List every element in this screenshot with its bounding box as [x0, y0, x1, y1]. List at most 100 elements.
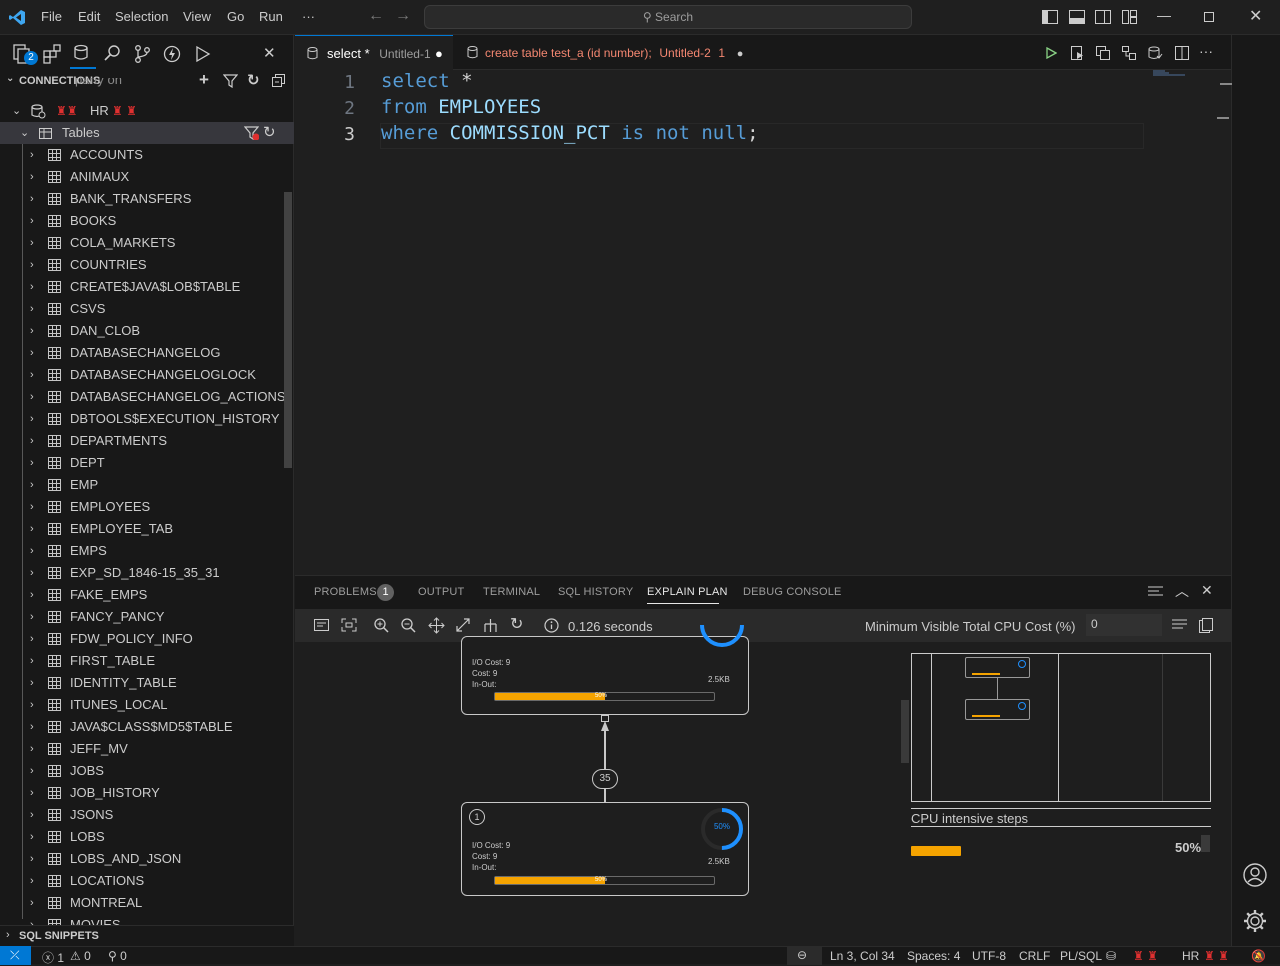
table-item[interactable]: › JEFF_MV — [0, 738, 294, 760]
split-editor-icon[interactable] — [1175, 46, 1189, 60]
nav-forward-icon[interactable]: → — [395, 7, 411, 25]
menu-edit[interactable]: Edit — [78, 9, 100, 24]
cpu-step-bar[interactable] — [911, 846, 1011, 856]
toggle-secondary-sidebar-icon[interactable] — [1095, 10, 1111, 24]
table-item[interactable]: › LOBS — [0, 826, 294, 848]
db-connection-icon[interactable]: ⛁ — [1106, 949, 1116, 963]
zoom-indicator[interactable]: ⊖ — [787, 946, 822, 965]
menu-more[interactable]: ··· — [302, 9, 315, 24]
language-mode[interactable]: PL/SQL — [1060, 949, 1102, 963]
plan-overview[interactable] — [911, 653, 1211, 802]
table-item[interactable]: › DEPARTMENTS — [0, 430, 294, 452]
close-panel-icon[interactable]: ✕ — [1201, 582, 1213, 599]
cursor-position[interactable]: Ln 3, Col 34 — [830, 949, 895, 963]
pan-icon[interactable] — [428, 617, 445, 634]
table-item[interactable]: › FIRST_TABLE — [0, 650, 294, 672]
more-actions-icon[interactable]: ··· — [1199, 43, 1213, 59]
toggle-panel-icon[interactable] — [1069, 10, 1085, 24]
table-item[interactable]: › COLA_MARKETS — [0, 232, 294, 254]
warnings-indicator[interactable]: ⚠ 0 — [70, 949, 91, 963]
remote-explorer-icon[interactable] — [193, 44, 213, 64]
tab-output[interactable]: OUTPUT — [418, 586, 464, 598]
run-script-icon[interactable] — [1071, 46, 1085, 60]
database-icon[interactable] — [73, 44, 93, 64]
table-item[interactable]: › JOBS — [0, 760, 294, 782]
menu-file[interactable]: File — [41, 9, 62, 24]
tables-node[interactable]: ⌄ Tables ↻ — [0, 122, 294, 144]
edge-rowcount-label[interactable]: 35 — [592, 769, 618, 789]
menu-view[interactable]: View — [183, 9, 211, 24]
fit-view-icon[interactable] — [341, 618, 357, 632]
zoom-in-icon[interactable] — [374, 618, 389, 633]
table-item[interactable]: › MOVIES — [0, 914, 294, 925]
table-item[interactable]: › FDW_POLICY_INFO — [0, 628, 294, 650]
table-item[interactable]: › EMPLOYEES — [0, 496, 294, 518]
unsaved-dot-icon[interactable]: ● — [737, 48, 744, 60]
refresh-tables-icon[interactable]: ↻ — [263, 122, 276, 144]
minimize-window-icon[interactable]: — — [1157, 7, 1171, 23]
maximize-panel-icon[interactable]: ︿ — [1175, 581, 1189, 601]
explain-plan-diagram[interactable]: I/O Cost: 9 Cost: 9 In-Out: 2.5KB 50% 35… — [295, 625, 1231, 946]
sql-editor[interactable]: 1 2 3 select * from EMPLOYEES where COMM… — [295, 70, 1231, 575]
menu-run[interactable]: Run — [259, 9, 283, 24]
tab-terminal[interactable]: TERMINAL — [483, 586, 540, 598]
table-item[interactable]: › DATABASECHANGELOG — [0, 342, 294, 364]
text-view-icon[interactable] — [314, 619, 329, 631]
source-control-icon[interactable] — [133, 44, 153, 64]
filter-tables-icon[interactable] — [244, 126, 259, 140]
table-item[interactable]: › DAN_CLOB — [0, 320, 294, 342]
tab-debug-console[interactable]: DEBUG CONSOLE — [743, 586, 842, 598]
plan-node-top[interactable]: I/O Cost: 9 Cost: 9 In-Out: 2.5KB 50% — [461, 625, 749, 715]
close-sidebar-icon[interactable]: ✕ — [263, 44, 276, 62]
connection-hr[interactable]: ⌄ ♜♜ HR ♜ ♜ — [0, 100, 294, 122]
table-item[interactable]: › FANCY_PANCY — [0, 606, 294, 628]
encoding[interactable]: UTF-8 — [972, 949, 1006, 963]
table-item[interactable]: › CSVS — [0, 298, 294, 320]
table-item[interactable]: › BANK_TRANSFERS — [0, 188, 294, 210]
minimap[interactable] — [1151, 70, 1219, 78]
list-view-icon[interactable] — [1172, 619, 1187, 631]
close-window-icon[interactable]: ✕ — [1249, 6, 1262, 26]
run-icon[interactable] — [1046, 47, 1057, 59]
settings-gear-icon[interactable] — [1243, 909, 1267, 933]
commit-icon[interactable] — [1148, 46, 1163, 60]
table-item[interactable]: › DATABASECHANGELOGLOCK — [0, 364, 294, 386]
table-item[interactable]: › ACCOUNTS — [0, 144, 294, 166]
partial-connection-row[interactable]: party on — [0, 78, 294, 92]
table-item[interactable]: › EMPS — [0, 540, 294, 562]
save-plan-icon[interactable] — [1199, 618, 1213, 633]
tab-untitled-2[interactable]: create table test_a (id number); Untitle… — [453, 35, 763, 70]
table-item[interactable]: › FAKE_EMPS — [0, 584, 294, 606]
table-item[interactable]: › EMPLOYEE_TAB — [0, 518, 294, 540]
panel-list-icon[interactable] — [1148, 586, 1163, 598]
table-item[interactable]: › IDENTITY_TABLE — [0, 672, 294, 694]
table-item[interactable]: › EMP — [0, 474, 294, 496]
remote-indicator[interactable]: ⤫ — [0, 946, 31, 965]
autotrace-icon[interactable] — [1122, 46, 1137, 60]
status-connection[interactable]: HR — [1182, 949, 1199, 963]
table-item[interactable]: › BOOKS — [0, 210, 294, 232]
table-item[interactable]: › LOBS_AND_JSON — [0, 848, 294, 870]
account-icon[interactable] — [1243, 863, 1267, 887]
unsaved-dot-icon[interactable]: ● — [435, 36, 443, 71]
command-center-search[interactable]: ⚲ Search — [424, 5, 912, 29]
errors-indicator[interactable]: ⓧ 1 — [42, 949, 64, 966]
menu-go[interactable]: Go — [227, 9, 244, 24]
tab-explain-plan[interactable]: EXPLAIN PLAN — [647, 586, 728, 598]
cpu-list-scrollbar[interactable] — [1201, 835, 1210, 852]
table-item[interactable]: › JOB_HISTORY — [0, 782, 294, 804]
maximize-window-icon[interactable] — [1204, 12, 1214, 22]
nav-back-icon[interactable]: ← — [368, 7, 384, 25]
table-item[interactable]: › ITUNES_LOCAL — [0, 694, 294, 716]
min-cost-input[interactable]: 0 — [1086, 614, 1162, 636]
tab-problems[interactable]: PROBLEMS — [314, 586, 377, 598]
table-item[interactable]: › DBTOOLS$EXECUTION_HISTORY — [0, 408, 294, 430]
run-debug-icon[interactable] — [163, 44, 183, 64]
sidebar-scrollbar[interactable] — [284, 192, 292, 468]
menu-selection[interactable]: Selection — [115, 9, 168, 24]
table-item[interactable]: › COUNTRIES — [0, 254, 294, 276]
reset-icon[interactable]: ↻ — [510, 614, 523, 634]
table-item[interactable]: › LOCATIONS — [0, 870, 294, 892]
extensions-icon[interactable] — [43, 44, 63, 64]
plan-node-1[interactable]: 1 50% I/O Cost: 9 Cost: 9 In-Out: 2.5KB … — [461, 802, 749, 896]
